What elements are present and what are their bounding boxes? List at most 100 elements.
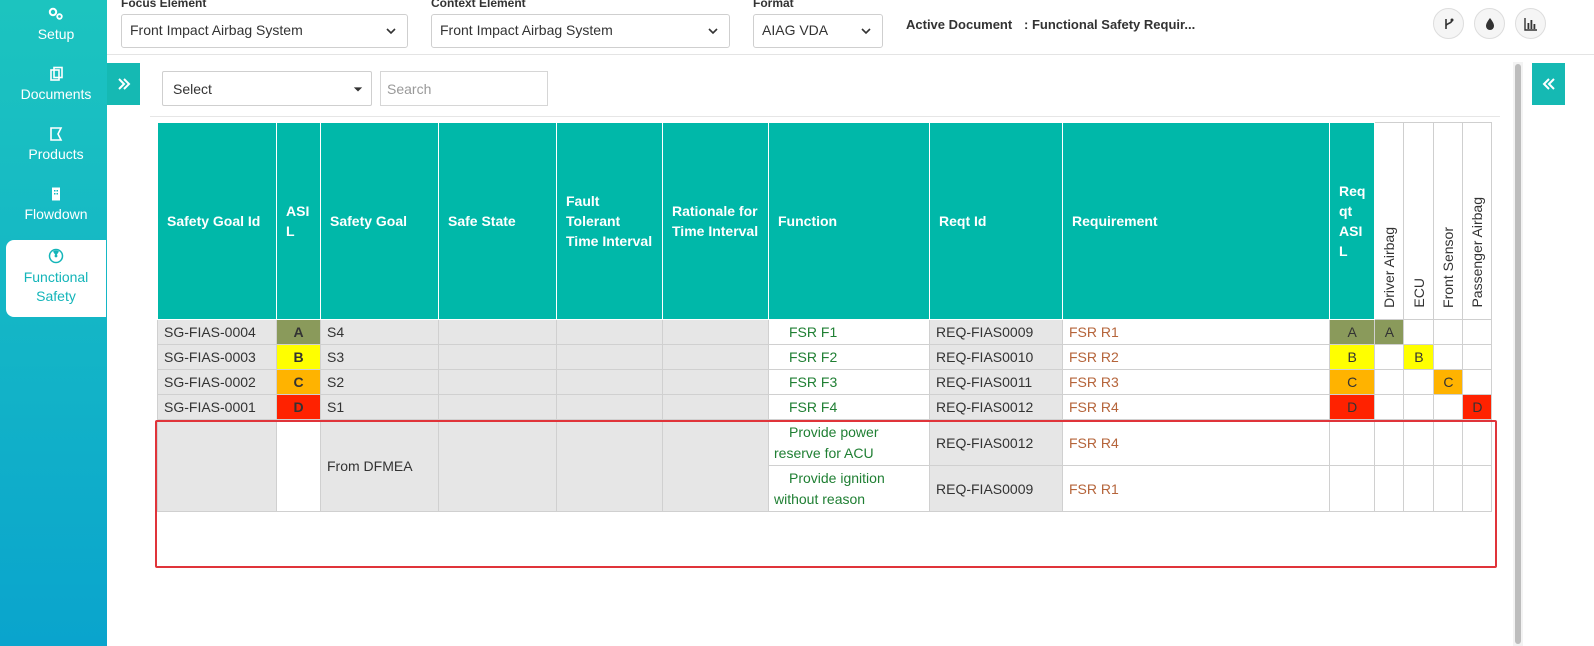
col-header-function[interactable]: Function	[768, 122, 930, 320]
sidebar-item-label: Products	[28, 146, 84, 162]
context-element-select[interactable]: Front Impact Airbag System	[431, 14, 730, 48]
expand-right-toggle[interactable]	[1532, 63, 1565, 105]
alloc-cell[interactable]	[1433, 419, 1464, 466]
safe-state-cell	[438, 369, 557, 395]
reqt-asil-cell: A	[1328, 319, 1376, 345]
chevron-down-icon	[861, 28, 871, 35]
requirement-link[interactable]: FSR R1	[1062, 465, 1330, 512]
col-header-reqt-asil[interactable]: Req qt ASI L	[1328, 122, 1376, 320]
alloc-cell[interactable]	[1462, 319, 1493, 345]
alloc-cell[interactable]: B	[1403, 344, 1435, 370]
ftti-cell	[556, 319, 663, 345]
bar-chart-icon	[1524, 18, 1537, 31]
function-link[interactable]: FSR F1	[768, 319, 930, 345]
col-header-safe-state[interactable]: Safe State	[438, 122, 557, 320]
double-chevron-left-icon	[1542, 78, 1555, 90]
drop-button[interactable]	[1474, 8, 1505, 39]
table-row[interactable]: SG-FIAS-0004 A S4 FSR F1 REQ-FIAS0009 FS…	[157, 319, 1493, 345]
expand-left-toggle[interactable]	[107, 63, 140, 105]
alloc-cell[interactable]	[1403, 465, 1435, 512]
col-header-safety-goal[interactable]: Safety Goal	[320, 122, 439, 320]
rationale-cell	[662, 319, 769, 345]
safety-goal-cell: S2	[320, 369, 439, 395]
requirement-link[interactable]: FSR R3	[1062, 369, 1330, 395]
context-element-label: Context Element	[431, 0, 526, 10]
reqt-id-cell: REQ-FIAS0009	[929, 465, 1063, 512]
function-link[interactable]: Provide power reserve for ACU	[768, 419, 930, 466]
col-header-rationale[interactable]: Rationale for Time Interval	[662, 122, 769, 320]
alloc-cell[interactable]	[1374, 369, 1405, 395]
chart-button[interactable]	[1515, 8, 1546, 39]
reqt-asil-cell: C	[1328, 369, 1376, 395]
function-link[interactable]: Provide ignition without reason	[768, 465, 930, 512]
col-header-reqt-id[interactable]: Reqt Id	[929, 122, 1063, 320]
alloc-cell[interactable]	[1462, 369, 1493, 395]
sidebar-item-functional-safety[interactable]: Functional Safety	[6, 240, 106, 317]
chevron-down-icon	[353, 87, 363, 92]
search-input[interactable]: Search	[380, 71, 548, 106]
chevron-down-icon	[386, 28, 396, 35]
alloc-cell[interactable]	[1374, 344, 1405, 370]
alloc-cell[interactable]	[1462, 419, 1493, 466]
requirement-link[interactable]: FSR R4	[1062, 394, 1330, 420]
function-link[interactable]: FSR F4	[768, 394, 930, 420]
col-header-asil[interactable]: ASI L	[276, 122, 321, 320]
divider	[150, 116, 1500, 117]
alloc-cell[interactable]	[1374, 394, 1405, 420]
sidebar-item-label: Functional Safety	[23, 269, 89, 304]
table-row[interactable]: SG-FIAS-0003 B S3 FSR F2 REQ-FIAS0010 FS…	[157, 344, 1493, 370]
scrollbar-thumb[interactable]	[1515, 64, 1521, 644]
requirement-link[interactable]: FSR R4	[1062, 419, 1330, 466]
focus-element-select[interactable]: Front Impact Airbag System	[121, 14, 408, 48]
col-header-requirement[interactable]: Requirement	[1062, 122, 1330, 320]
alloc-header-label: Front Sensor	[1440, 227, 1457, 308]
alloc-cell[interactable]: A	[1374, 319, 1405, 345]
col-header-ftti[interactable]: Fault Tolerant Time Interval	[556, 122, 663, 320]
reqt-asil-cell: B	[1328, 344, 1376, 370]
branch-button[interactable]	[1433, 8, 1464, 39]
vertical-scrollbar[interactable]	[1513, 62, 1523, 646]
alloc-cell[interactable]	[1433, 465, 1464, 512]
alloc-cell[interactable]	[1403, 369, 1435, 395]
alloc-cell[interactable]: D	[1462, 394, 1493, 420]
alloc-cell[interactable]	[1462, 344, 1493, 370]
drop-icon	[1486, 18, 1494, 30]
table-row[interactable]: SG-FIAS-0002 C S2 FSR F3 REQ-FIAS0011 FS…	[157, 369, 1493, 395]
alloc-cell[interactable]	[1374, 465, 1405, 512]
alloc-cell[interactable]	[1433, 344, 1464, 370]
column-filter-select[interactable]: Select	[162, 71, 372, 106]
reqt-id-cell: REQ-FIAS0012	[929, 419, 1063, 466]
alloc-cell[interactable]	[1403, 394, 1435, 420]
format-label: Format	[753, 0, 794, 10]
alloc-cell[interactable]	[1462, 465, 1493, 512]
function-link[interactable]: FSR F2	[768, 344, 930, 370]
safety-goal-cell: S4	[320, 319, 439, 345]
requirement-link[interactable]: FSR R2	[1062, 344, 1330, 370]
sidebar: Setup Documents Products Flowdown Functi…	[0, 0, 107, 646]
format-select[interactable]: AIAG VDA	[753, 14, 883, 48]
alloc-cell[interactable]	[1433, 319, 1464, 345]
sidebar-item-documents[interactable]: Documents	[6, 66, 106, 116]
sidebar-item-setup[interactable]: Setup	[6, 6, 106, 56]
documents-icon	[50, 66, 63, 81]
alloc-cell[interactable]	[1403, 319, 1435, 345]
gears-icon	[48, 7, 63, 20]
col-header-front-sensor[interactable]: Front Sensor	[1433, 122, 1464, 320]
alloc-header-label: Passenger Airbag	[1469, 197, 1486, 308]
function-link[interactable]: FSR F3	[768, 369, 930, 395]
safety-goal-id-cell: SG-FIAS-0003	[157, 344, 277, 370]
requirement-link[interactable]: FSR R1	[1062, 319, 1330, 345]
col-header-passenger-airbag[interactable]: Passenger Airbag	[1462, 122, 1493, 320]
sidebar-item-products[interactable]: Products	[6, 126, 106, 176]
col-header-ecu[interactable]: ECU	[1403, 122, 1435, 320]
double-chevron-right-icon	[118, 78, 131, 90]
alloc-cell[interactable]	[1433, 394, 1464, 420]
col-header-safety-goal-id[interactable]: Safety Goal Id	[157, 122, 277, 320]
alloc-cell[interactable]	[1403, 419, 1435, 466]
col-header-driver-airbag[interactable]: Driver Airbag	[1374, 122, 1405, 320]
alloc-cell[interactable]: C	[1433, 369, 1464, 395]
table-row[interactable]: SG-FIAS-0001 D S1 FSR F4 REQ-FIAS0012 FS…	[157, 394, 1493, 420]
sidebar-item-flowdown[interactable]: Flowdown	[6, 186, 106, 236]
alloc-cell[interactable]	[1374, 419, 1405, 466]
table-row-dfmea[interactable]: From DFMEA Provide power reserve for ACU…	[157, 419, 1493, 512]
